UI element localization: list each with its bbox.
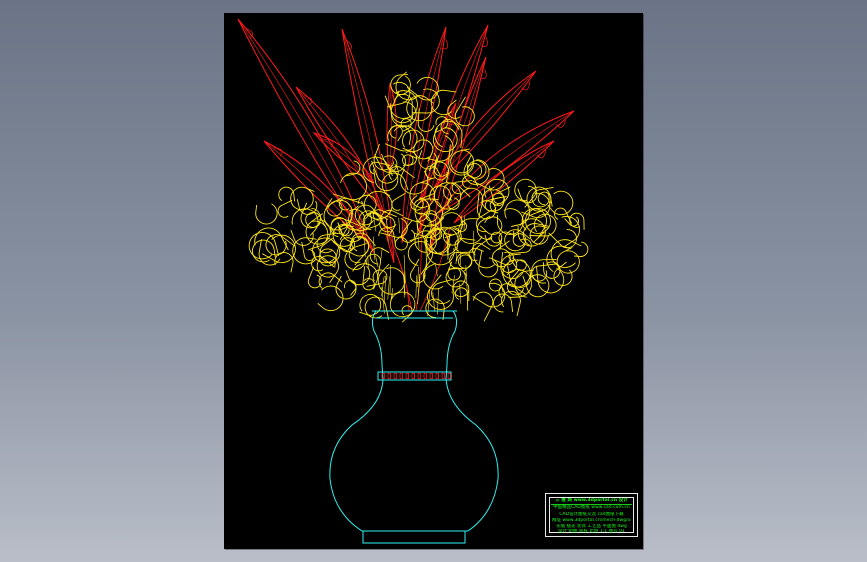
curl bbox=[278, 186, 296, 202]
leaf bbox=[418, 24, 489, 234]
curl bbox=[317, 285, 344, 312]
curl-stem bbox=[459, 283, 462, 304]
curl bbox=[473, 235, 495, 269]
vase-outline-left bbox=[329, 310, 499, 532]
title-line-6: 设计 制图 审核 比例 1:1 图号 01 bbox=[557, 529, 626, 534]
title-line-4: 网址 www.3dportal.cn/mech-dwg/vase bbox=[552, 518, 631, 523]
cad-viewer: { "viewer": { "background_top": "#6b7486… bbox=[0, 0, 867, 562]
band-tick bbox=[429, 373, 433, 379]
curl-stem bbox=[463, 215, 466, 231]
stem bbox=[395, 252, 410, 312]
curl-stem bbox=[383, 275, 387, 304]
vase-flower-drawing bbox=[237, 18, 589, 544]
curl bbox=[475, 209, 492, 233]
title-line-2: 中国精品CAD图纸 www.cad.com.cn bbox=[553, 505, 630, 510]
band-tick bbox=[417, 373, 421, 379]
title-block: 三 维 网 www.3dportal.cn 设计 中国精品CAD图纸 www.c… bbox=[545, 493, 638, 537]
curl-stem bbox=[398, 217, 401, 234]
curl bbox=[553, 261, 573, 286]
curl-stem bbox=[380, 247, 383, 261]
curl bbox=[265, 234, 296, 256]
curl-stem bbox=[387, 276, 390, 300]
curl bbox=[402, 129, 425, 152]
leaf-curl bbox=[536, 150, 547, 159]
curl bbox=[311, 256, 335, 272]
leaf-midrib bbox=[418, 24, 489, 234]
vase-base bbox=[362, 530, 466, 544]
curl bbox=[476, 215, 493, 240]
curl bbox=[454, 287, 469, 311]
band-tick bbox=[447, 373, 451, 379]
curl bbox=[291, 208, 319, 236]
vase-decorative-band bbox=[377, 371, 452, 381]
curl bbox=[493, 293, 514, 313]
curl bbox=[255, 203, 278, 225]
leaf-midrib bbox=[433, 70, 537, 189]
curl bbox=[381, 172, 409, 197]
leaf bbox=[433, 70, 537, 189]
curl-stem bbox=[373, 218, 377, 232]
curl bbox=[277, 199, 293, 218]
band-tick bbox=[435, 373, 439, 379]
title-line-1: 三 维 网 www.3dportal.cn 设计 bbox=[555, 498, 628, 503]
curl-stem bbox=[432, 292, 436, 312]
curl bbox=[364, 296, 390, 320]
curl bbox=[393, 93, 413, 120]
curl bbox=[484, 178, 510, 207]
curl-stem bbox=[417, 266, 419, 288]
band-tick bbox=[387, 373, 391, 379]
curl-stem bbox=[473, 230, 475, 251]
curl-stem bbox=[415, 275, 417, 299]
curl-stem bbox=[381, 275, 385, 297]
band-tick bbox=[405, 373, 409, 379]
curl-stem bbox=[375, 255, 379, 268]
vase bbox=[329, 310, 499, 544]
curls bbox=[248, 71, 589, 323]
curl-stem bbox=[389, 265, 391, 295]
band-tick bbox=[393, 373, 397, 379]
curl bbox=[369, 247, 390, 265]
band-tick bbox=[441, 373, 445, 379]
band-tick bbox=[399, 373, 403, 379]
title-line-3: CAD设计图纸交流 cad图纸下载 bbox=[559, 512, 624, 517]
curl bbox=[554, 207, 573, 224]
band-tick bbox=[423, 373, 427, 379]
band-tick bbox=[411, 373, 415, 379]
drawing-sheet[interactable] bbox=[224, 13, 643, 549]
curl bbox=[529, 225, 549, 245]
curl bbox=[535, 265, 565, 294]
